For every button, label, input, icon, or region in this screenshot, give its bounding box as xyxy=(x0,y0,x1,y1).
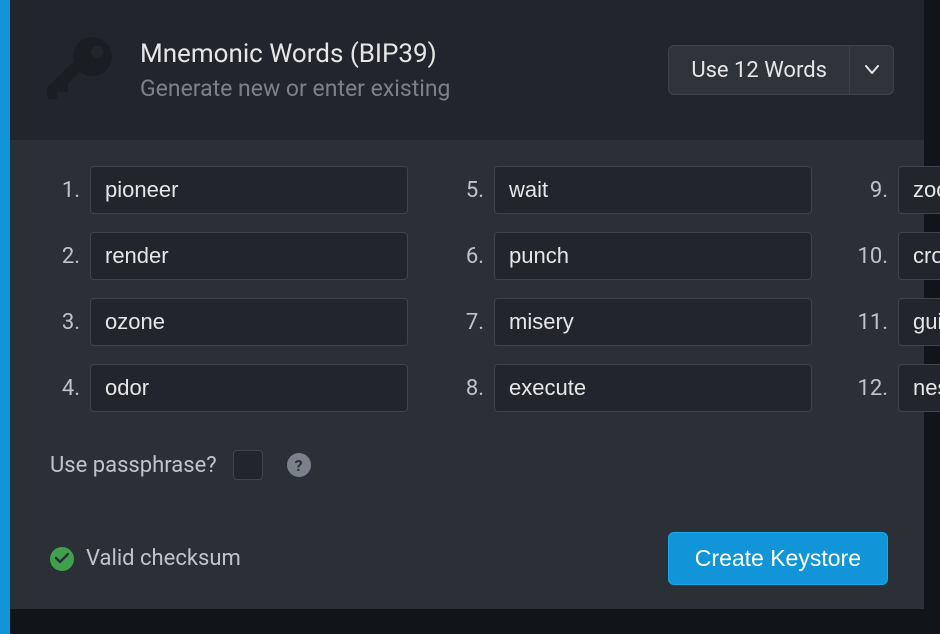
word-input-8[interactable] xyxy=(494,364,812,412)
word-count-label[interactable]: Use 12 Words xyxy=(668,45,850,95)
word-number: 11. xyxy=(854,310,888,335)
mnemonic-grid: 1. 2. 3. 4. 5. 6. xyxy=(46,166,888,412)
word-cell: 7. xyxy=(450,298,812,346)
word-input-10[interactable] xyxy=(898,232,940,280)
panel-header: Mnemonic Words (BIP39) Generate new or e… xyxy=(10,0,924,140)
word-input-3[interactable] xyxy=(90,298,408,346)
word-input-6[interactable] xyxy=(494,232,812,280)
word-count-selector[interactable]: Use 12 Words xyxy=(668,45,894,95)
key-icon xyxy=(40,31,118,109)
word-number: 1. xyxy=(46,178,80,203)
word-number: 6. xyxy=(450,244,484,269)
word-number: 12. xyxy=(854,376,888,401)
word-cell: 5. xyxy=(450,166,812,214)
word-input-11[interactable] xyxy=(898,298,940,346)
word-number: 5. xyxy=(450,178,484,203)
word-number: 8. xyxy=(450,376,484,401)
word-cell: 11. xyxy=(854,298,940,346)
panel-subtitle: Generate new or enter existing xyxy=(140,75,646,102)
word-cell: 12. xyxy=(854,364,940,412)
word-input-2[interactable] xyxy=(90,232,408,280)
word-cell: 3. xyxy=(46,298,408,346)
word-cell: 1. xyxy=(46,166,408,214)
panel-title: Mnemonic Words (BIP39) xyxy=(140,39,646,69)
passphrase-label: Use passphrase? xyxy=(50,453,217,478)
word-input-4[interactable] xyxy=(90,364,408,412)
chevron-down-icon[interactable] xyxy=(850,45,894,95)
accent-bar xyxy=(0,0,10,634)
check-circle-icon xyxy=(50,547,74,571)
footer-row: Valid checksum Create Keystore xyxy=(46,532,888,585)
word-input-12[interactable] xyxy=(898,364,940,412)
word-input-7[interactable] xyxy=(494,298,812,346)
word-number: 7. xyxy=(450,310,484,335)
word-cell: 8. xyxy=(450,364,812,412)
help-icon[interactable]: ? xyxy=(287,453,311,477)
word-number: 10. xyxy=(854,244,888,269)
panel-body: 1. 2. 3. 4. 5. 6. xyxy=(10,140,924,609)
word-input-5[interactable] xyxy=(494,166,812,214)
word-cell: 4. xyxy=(46,364,408,412)
word-cell: 6. xyxy=(450,232,812,280)
word-cell: 9. xyxy=(854,166,940,214)
word-input-9[interactable] xyxy=(898,166,940,214)
word-cell: 2. xyxy=(46,232,408,280)
checksum-status: Valid checksum xyxy=(50,546,241,571)
word-cell: 10. xyxy=(854,232,940,280)
word-number: 2. xyxy=(46,244,80,269)
create-keystore-button[interactable]: Create Keystore xyxy=(668,532,888,585)
word-number: 9. xyxy=(854,178,888,203)
word-number: 4. xyxy=(46,376,80,401)
mnemonic-panel: Mnemonic Words (BIP39) Generate new or e… xyxy=(10,0,924,634)
passphrase-row: Use passphrase? ? xyxy=(46,450,888,480)
header-texts: Mnemonic Words (BIP39) Generate new or e… xyxy=(140,39,646,102)
status-text: Valid checksum xyxy=(86,546,241,571)
passphrase-checkbox[interactable] xyxy=(233,450,263,480)
word-input-1[interactable] xyxy=(90,166,408,214)
word-number: 3. xyxy=(46,310,80,335)
